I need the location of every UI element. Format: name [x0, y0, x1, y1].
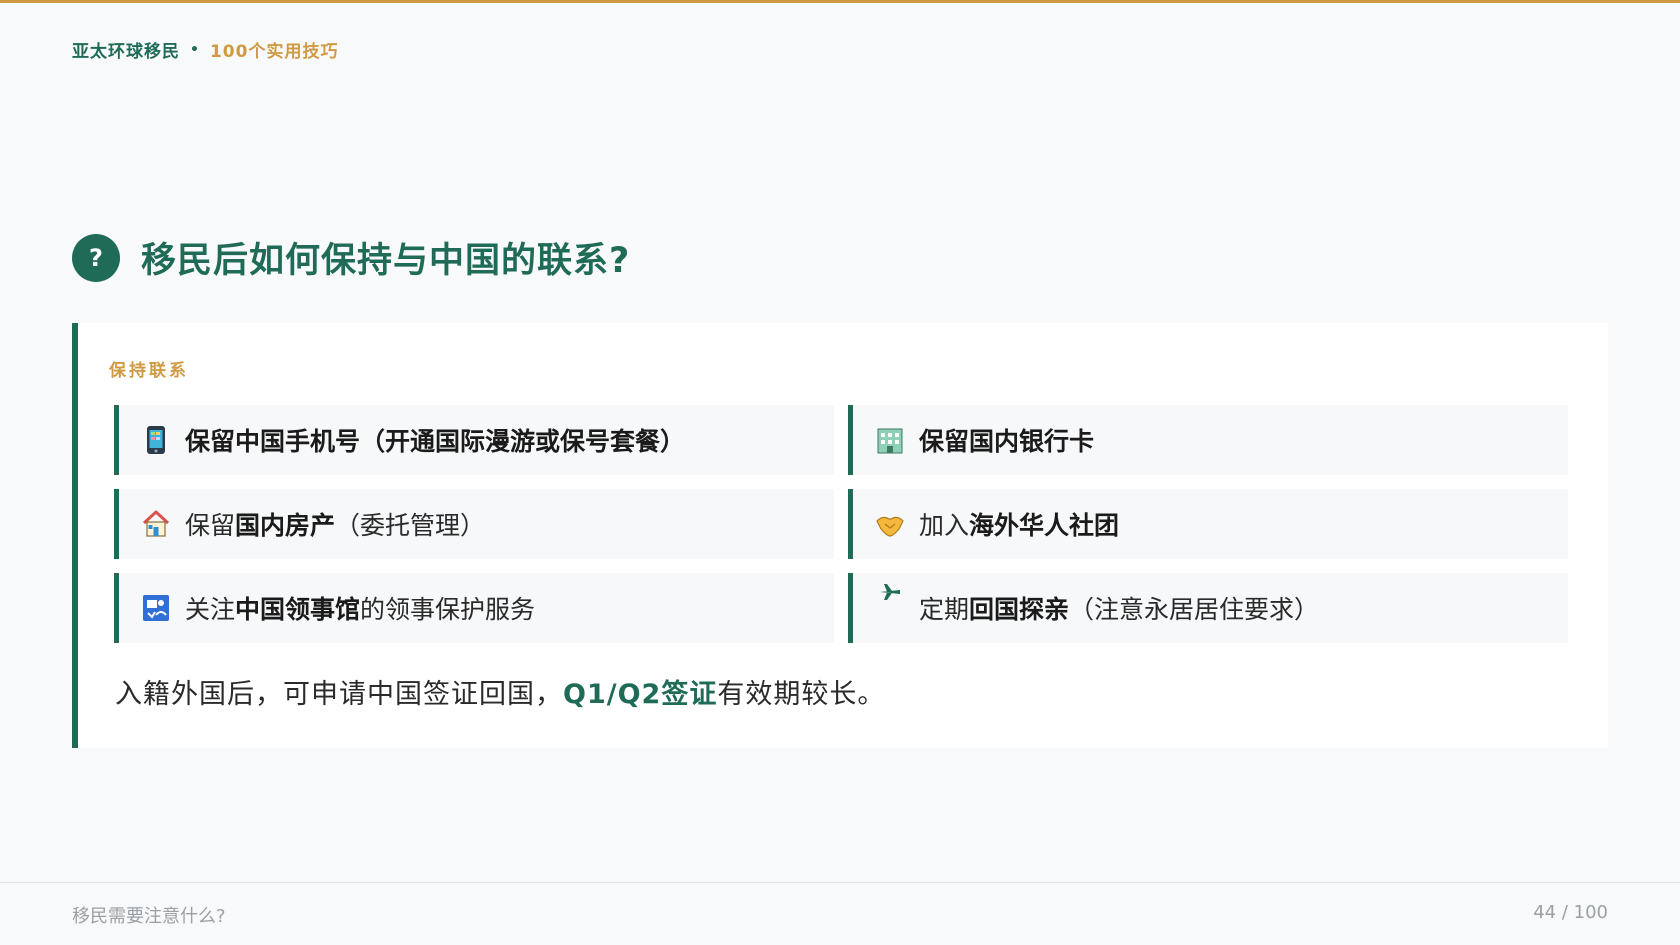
visa-highlight: Q1/Q2签证: [563, 679, 718, 710]
item-text: 保留中国手机号（开通国际漫游或保号套餐）: [185, 427, 686, 456]
list-item: 定期回国探亲（注意永居居住要求）: [848, 573, 1568, 643]
house-icon: [141, 509, 171, 539]
footer-divider: [0, 882, 1680, 883]
brand-series: 100个实用技巧: [209, 42, 339, 62]
list-item: 加入海外华人社团: [848, 489, 1568, 559]
brand-header: 亚太环球移民 • 100个实用技巧: [72, 37, 339, 63]
mobile-phone-icon: [141, 425, 171, 455]
card-label: 保持联系: [109, 361, 189, 381]
item-text: 关注中国领事馆的领事保护服务: [185, 595, 536, 624]
handshake-icon: [875, 509, 905, 539]
question-icon: ?: [72, 233, 120, 282]
brand-separator: •: [190, 41, 200, 58]
slide-page: 亚太环球移民 • 100个实用技巧 ? 移民后如何保持与中国的联系? 保持联系 …: [0, 0, 1680, 945]
airplane-icon: [875, 577, 905, 607]
top-accent-bar: [0, 0, 1680, 3]
footer-section-title: 移民需要注意什么?: [72, 906, 226, 927]
item-text: 加入海外华人社团: [919, 511, 1120, 540]
page-title: 移民后如何保持与中国的联系?: [141, 241, 631, 281]
list-item: 保留国内银行卡: [848, 405, 1568, 475]
list-item: 保留中国手机号（开通国际漫游或保号套餐）: [114, 405, 834, 475]
item-text: 定期回国探亲（注意永居居住要求）: [919, 595, 1320, 624]
item-text: 保留国内银行卡: [919, 427, 1095, 456]
list-item: 关注中国领事馆的领事保护服务: [114, 573, 834, 643]
item-text: 保留国内房产（委托管理）: [185, 511, 486, 540]
page-number: 44 / 100: [1533, 902, 1608, 923]
question-title-row: ? 移民后如何保持与中国的联系?: [72, 232, 630, 283]
list-item: 保留国内房产（委托管理）: [114, 489, 834, 559]
visa-note: 入籍外国后，可申请中国签证回国，Q1/Q2签证有效期较长。: [115, 679, 886, 710]
office-building-icon: [875, 425, 905, 455]
brand-name: 亚太环球移民: [72, 42, 180, 62]
passport-control-icon: [141, 593, 171, 623]
tips-grid: 保留中国手机号（开通国际漫游或保号套餐） 保留国内银行卡 保留国内房产（委托管理…: [114, 405, 1568, 643]
